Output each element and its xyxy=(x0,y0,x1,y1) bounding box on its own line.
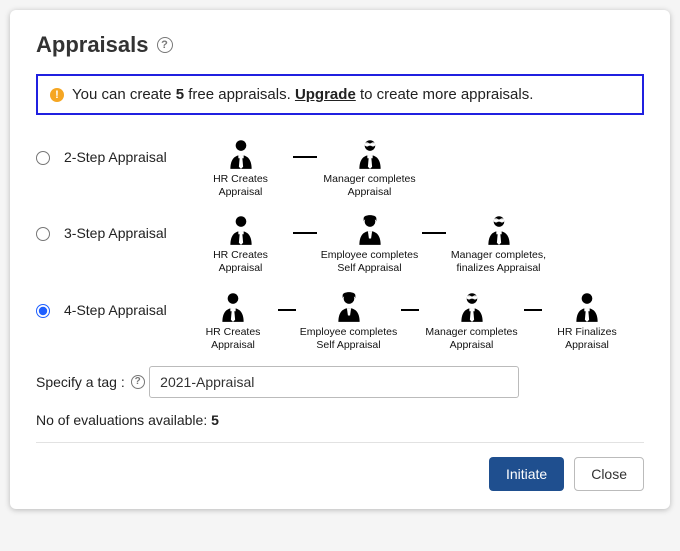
connector xyxy=(524,309,542,311)
footer: Initiate Close xyxy=(36,457,644,491)
radio-4step[interactable] xyxy=(36,304,50,318)
manager-icon xyxy=(353,137,387,171)
manager-icon xyxy=(455,290,489,324)
connector xyxy=(278,309,296,311)
label-4step[interactable]: 4-Step Appraisal xyxy=(64,290,174,318)
connector xyxy=(293,156,317,158)
option-4step-row: 4-Step Appraisal HR Creates Appraisal Em… xyxy=(36,290,644,352)
tag-section: Specify a tag : ? xyxy=(36,366,644,398)
help-icon[interactable]: ? xyxy=(131,375,145,389)
connector xyxy=(293,232,317,234)
connector xyxy=(422,232,446,234)
tag-label: Specify a tag : ? xyxy=(36,374,145,390)
page-title: Appraisals xyxy=(36,32,149,58)
step-node: HR Creates Appraisal xyxy=(188,213,293,275)
help-icon[interactable]: ? xyxy=(157,37,173,53)
hr-icon xyxy=(224,213,258,247)
flow-4step: HR Creates Appraisal Employee completes … xyxy=(188,290,644,352)
step-node: Manager completes Appraisal xyxy=(317,137,422,199)
employee-icon xyxy=(353,213,387,247)
step-node: Employee completes Self Appraisal xyxy=(317,213,422,275)
radio-3step[interactable] xyxy=(36,227,50,241)
flow-3step: HR Creates Appraisal Employee completes … xyxy=(188,213,644,275)
manager-icon xyxy=(482,213,516,247)
label-2step[interactable]: 2-Step Appraisal xyxy=(64,137,174,165)
step-node: HR Creates Appraisal xyxy=(188,137,293,199)
hr-icon xyxy=(570,290,604,324)
step-node: Employee completes Self Appraisal xyxy=(296,290,401,352)
step-node: HR Finalizes Appraisal xyxy=(542,290,632,352)
banner-text: You can create 5 free appraisals. Upgrad… xyxy=(72,86,533,103)
hr-icon xyxy=(216,290,250,324)
option-3step-row: 3-Step Appraisal HR Creates Appraisal Em… xyxy=(36,213,644,275)
upgrade-link[interactable]: Upgrade xyxy=(295,86,356,103)
appraisals-modal: Appraisals ? ! You can create 5 free app… xyxy=(10,10,670,509)
label-3step[interactable]: 3-Step Appraisal xyxy=(64,213,174,241)
divider xyxy=(36,442,644,443)
connector xyxy=(401,309,419,311)
hr-icon xyxy=(224,137,258,171)
alert-icon: ! xyxy=(50,88,64,102)
initiate-button[interactable]: Initiate xyxy=(489,457,564,491)
modal-header: Appraisals ? xyxy=(36,32,644,58)
radio-2step[interactable] xyxy=(36,151,50,165)
step-node: HR Creates Appraisal xyxy=(188,290,278,352)
upgrade-banner: ! You can create 5 free appraisals. Upgr… xyxy=(36,74,644,115)
step-node: Manager completes, finalizes Appraisal xyxy=(446,213,551,275)
option-2step-row: 2-Step Appraisal HR Creates Appraisal Ma… xyxy=(36,137,644,199)
flow-2step: HR Creates Appraisal Manager completes A… xyxy=(188,137,644,199)
evaluations-available: No of evaluations available: 5 xyxy=(36,412,644,428)
tag-input[interactable] xyxy=(149,366,519,398)
step-node: Manager completes Appraisal xyxy=(419,290,524,352)
employee-icon xyxy=(332,290,366,324)
close-button[interactable]: Close xyxy=(574,457,644,491)
